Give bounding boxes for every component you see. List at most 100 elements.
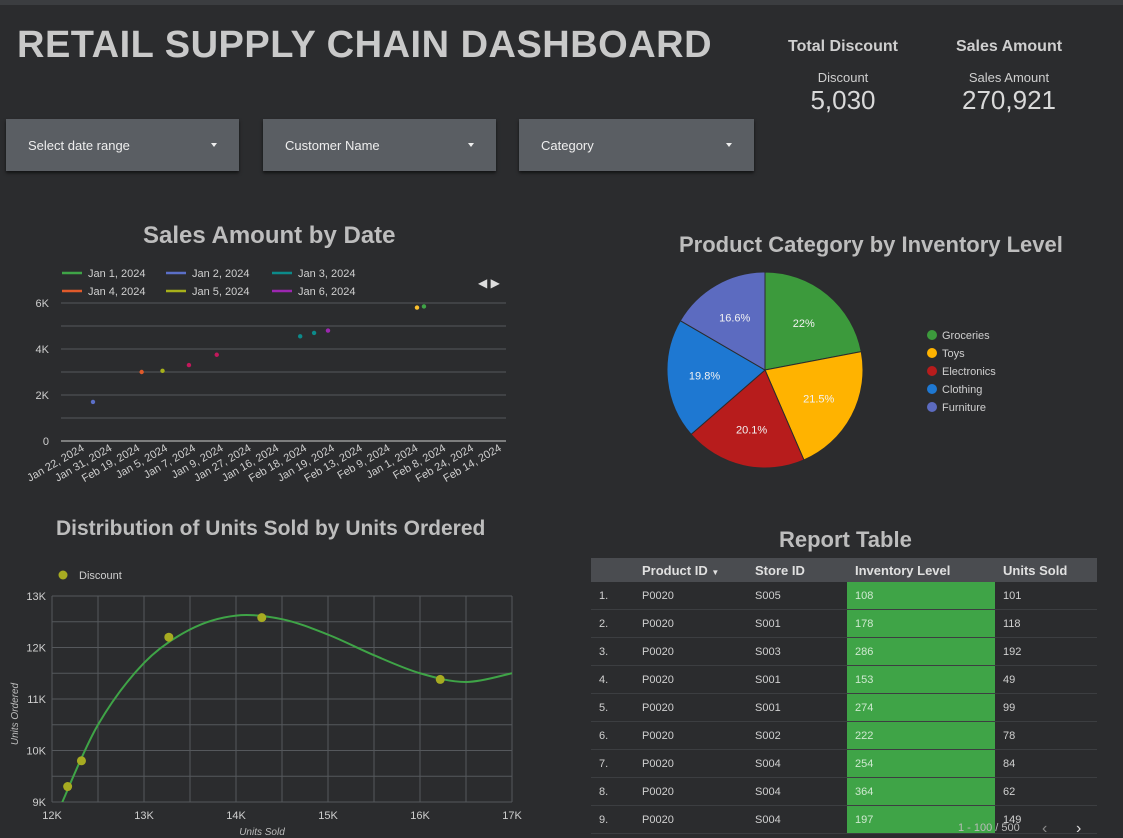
units-sold-cell: 49 [995, 665, 1097, 694]
data-point [421, 304, 427, 309]
header-product-id[interactable]: Product ID ▼ [642, 558, 755, 582]
customer-name-filter[interactable]: Customer Name [263, 119, 496, 171]
y-tick-label: 6K [36, 298, 50, 310]
report-table: Product ID ▼ Store ID Inventory Level Un… [591, 558, 1097, 834]
category-pie-chart: 22% 21.5% 20.1% 19.8% 16.6% Groceries Toys Elec… [666, 271, 996, 469]
header-label: Inventory Level [855, 562, 951, 578]
table-header-row: Product ID ▼ Store ID Inventory Level Un… [591, 558, 1097, 582]
x-tick-label: 12K [42, 810, 62, 822]
inventory-level-cell: 178 [847, 609, 995, 638]
x-tick-label: 14K [226, 810, 246, 822]
table-row[interactable]: 4. P0020 S001 153 49 [591, 665, 1097, 694]
legend-label: Jan 5, 2024 [192, 286, 250, 298]
header-store-id[interactable]: Store ID [755, 558, 847, 582]
category-filter[interactable]: Category [519, 119, 754, 171]
slice-label: 21.5% [803, 393, 834, 405]
table-row[interactable]: 9. P0020 S004 197 149 [591, 805, 1097, 834]
table-row[interactable]: 1. P0020 S005 108 101 [591, 582, 1097, 610]
slice-label: 19.8% [689, 371, 720, 383]
y-axis-label: Units Ordered [10, 682, 21, 745]
product-id-cell: P0020 [642, 749, 755, 778]
row-index: 6. [591, 721, 642, 750]
kpi-value: 270,921 [962, 85, 1056, 115]
prev-page-icon[interactable]: ‹ [1042, 820, 1047, 838]
x-tick-label: 17K [502, 810, 522, 822]
legend-swatch [927, 366, 937, 376]
row-index: 8. [591, 777, 642, 806]
x-tick-label: 16K [410, 810, 430, 822]
header-label: Product ID [642, 562, 708, 578]
inventory-level-cell: 153 [847, 665, 995, 694]
dashboard-title: RETAIL SUPPLY CHAIN DASHBOARD [17, 24, 713, 66]
inventory-level-cell: 254 [847, 749, 995, 778]
y-tick-label: 2K [36, 390, 50, 402]
legend-swatch [927, 330, 937, 340]
data-point [257, 613, 267, 623]
slice-label: 16.6% [719, 312, 750, 324]
inventory-level-cell: 274 [847, 693, 995, 722]
legend-swatch [927, 348, 937, 358]
sales-by-date-chart: Jan 1, 2024 Jan 2, 2024 Jan 3, 2024 Jan 4, … [25, 268, 506, 485]
legend-label: Toys [942, 348, 965, 360]
kpi-heading: Total Discount [788, 38, 898, 55]
row-index: 4. [591, 665, 642, 694]
legend-swatch [927, 402, 937, 412]
kpi-total-discount: Total Discount Discount 5,030 [758, 38, 928, 116]
inventory-level-cell: 364 [847, 777, 995, 806]
header-label: Units Sold [1003, 562, 1068, 578]
store-id-cell: S003 [755, 637, 847, 666]
units-sold-cell: 84 [995, 749, 1097, 778]
product-id-cell: P0020 [642, 777, 755, 806]
product-id-cell: P0020 [642, 582, 755, 610]
header-inventory-level[interactable]: Inventory Level [847, 558, 995, 582]
store-id-cell: S001 [755, 693, 847, 722]
legend-label: Jan 2, 2024 [192, 268, 250, 280]
data-point [160, 368, 165, 374]
table-title: Report Table [779, 527, 912, 552]
legend-label: Clothing [942, 384, 982, 396]
y-tick-label: 11K [27, 694, 46, 706]
inventory-level-cell: 222 [847, 721, 995, 750]
row-index: 2. [591, 609, 642, 638]
legend-swatch [58, 570, 68, 580]
row-index: 5. [591, 693, 642, 722]
inventory-level-cell: 108 [847, 582, 995, 610]
dropdown-caret-icon [468, 143, 474, 147]
y-tick-label: 12K [26, 643, 46, 655]
table-row[interactable]: 6. P0020 S002 222 78 [591, 721, 1097, 750]
y-tick-label: 4K [36, 344, 50, 356]
slice-label: 20.1% [736, 424, 767, 436]
table-row[interactable]: 2. P0020 S001 178 118 [591, 609, 1097, 638]
store-id-cell: S005 [755, 582, 847, 610]
table-row[interactable]: 7. P0020 S004 254 84 [591, 749, 1097, 778]
data-point [139, 369, 144, 375]
y-tick-label: 10K [26, 746, 46, 758]
sales-chart-title: Sales Amount by Date [143, 222, 396, 249]
next-page-icon[interactable]: › [1076, 820, 1081, 838]
product-id-cell: P0020 [642, 609, 755, 638]
store-id-cell: S004 [755, 777, 847, 806]
legend-swatch [927, 384, 937, 394]
table-row[interactable]: 5. P0020 S001 274 99 [591, 693, 1097, 722]
x-tick-label: 13K [134, 810, 154, 822]
data-point [76, 756, 86, 766]
filter-label: Select date range [28, 138, 130, 153]
table-row[interactable]: 3. P0020 S003 286 192 [591, 637, 1097, 666]
store-id-cell: S004 [755, 805, 847, 834]
units-sold-cell: 118 [995, 609, 1097, 638]
units-sold-cell: 78 [995, 721, 1097, 750]
header-units-sold[interactable]: Units Sold [995, 558, 1097, 582]
legend-label: Jan 6, 2024 [298, 286, 356, 298]
kpi-label: Discount [817, 70, 869, 85]
filter-label: Category [541, 138, 594, 153]
kpi-label: Sales Amount [968, 70, 1050, 85]
store-id-cell: S002 [755, 721, 847, 750]
legend-label: Furniture [942, 402, 986, 414]
data-point [325, 328, 331, 333]
product-id-cell: P0020 [642, 693, 755, 722]
dropdown-caret-icon [211, 143, 217, 147]
date-range-filter[interactable]: Select date range [6, 119, 239, 171]
legend-label: Discount [79, 570, 122, 582]
filter-label: Customer Name [285, 138, 380, 153]
table-row[interactable]: 8. P0020 S004 364 62 [591, 777, 1097, 806]
